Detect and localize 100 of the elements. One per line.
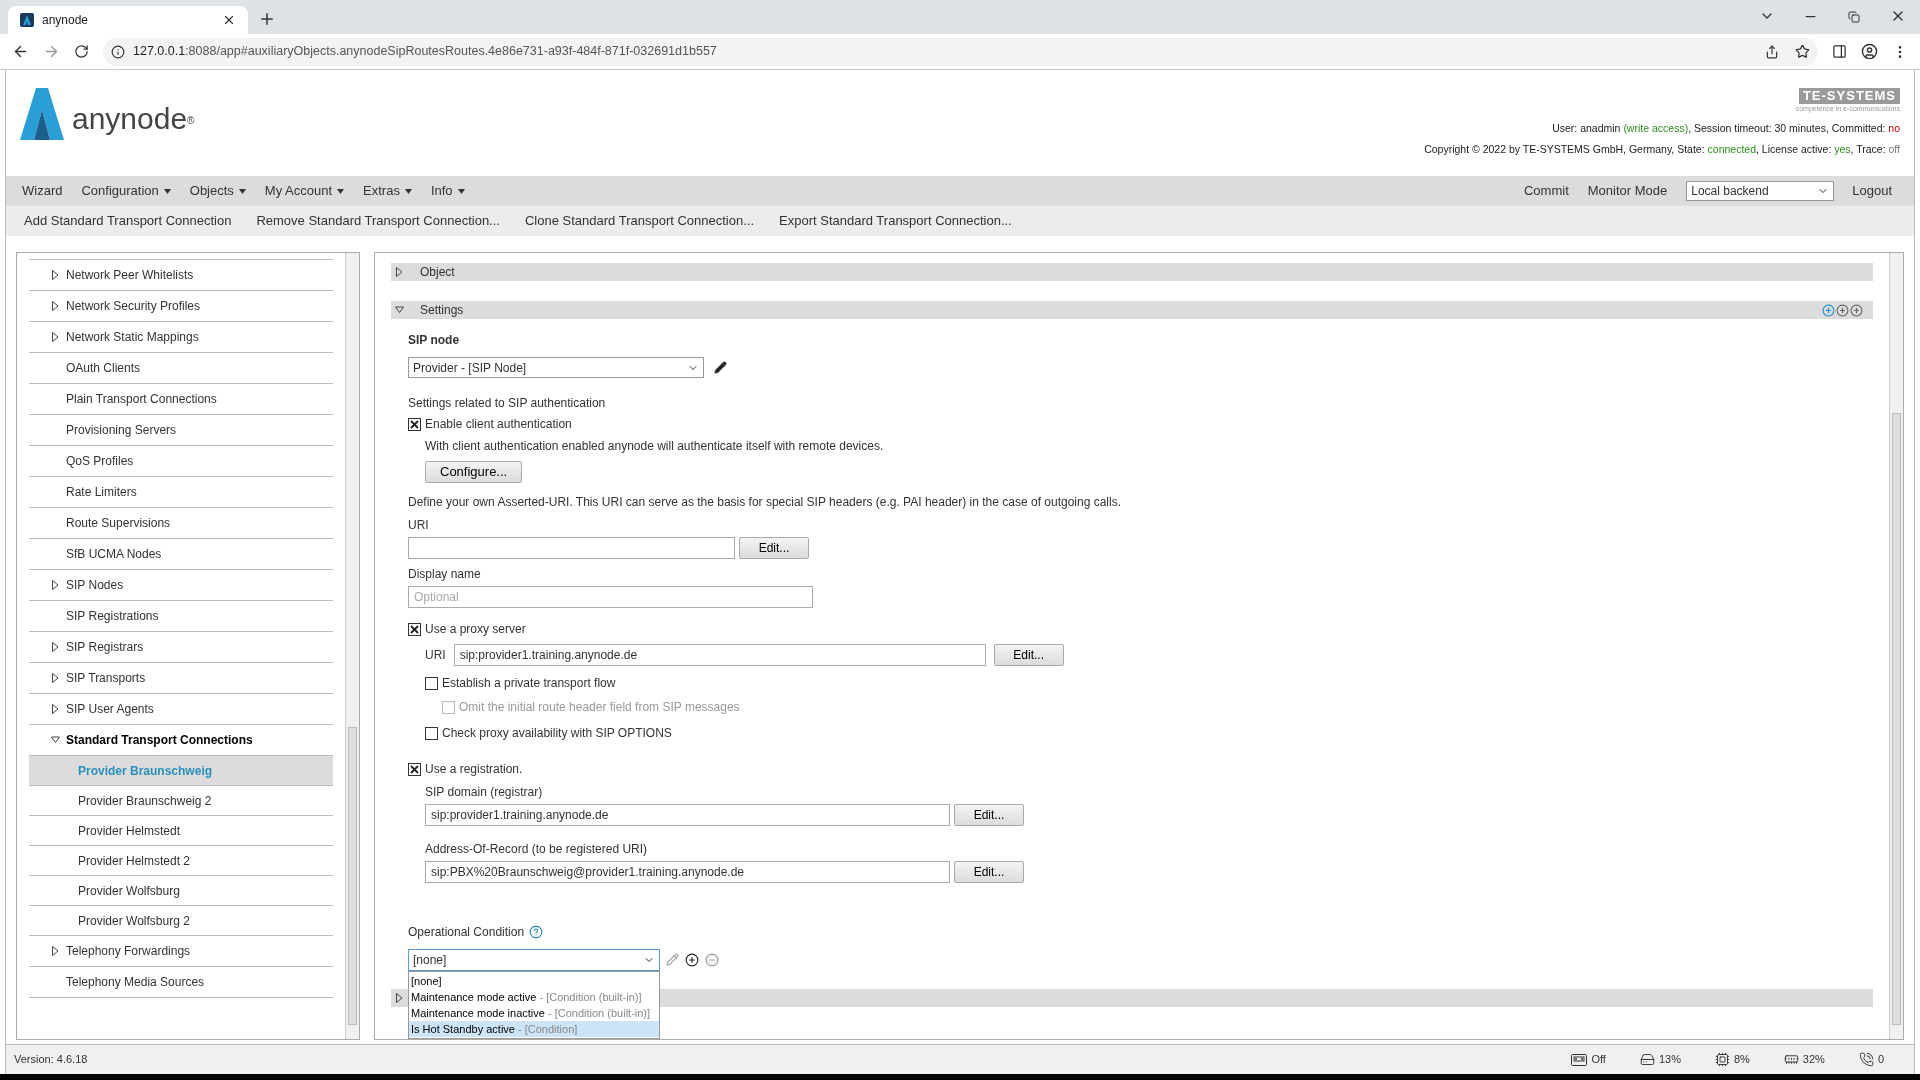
remove-icon[interactable]: [705, 953, 719, 967]
text-field[interactable]: sip:PBX%20Braunschweig@provider1.training.anynode.de: [425, 861, 950, 883]
help-icon[interactable]: [529, 925, 544, 939]
sidebar-item[interactable]: Telephony Forwardings: [29, 936, 333, 967]
expand-triangle-icon[interactable]: [51, 642, 60, 652]
toolbar-action[interactable]: Add Standard Transport Connection: [24, 211, 232, 231]
menu-item[interactable]: Commit: [1523, 181, 1569, 201]
menu-item[interactable]: Wizard: [22, 181, 63, 201]
menu-item[interactable]: Info: [430, 181, 465, 201]
field-label: Display name: [408, 566, 482, 583]
expand-triangle-icon[interactable]: [51, 270, 60, 280]
cassette-icon: [1571, 1053, 1588, 1066]
pencil-icon[interactable]: [714, 361, 727, 374]
menu-item[interactable]: My Account: [264, 181, 345, 201]
sidebar-item[interactable]: SIP Transports: [29, 663, 333, 694]
menu-item[interactable]: Extras: [363, 181, 412, 201]
info-icon[interactable]: [111, 44, 125, 59]
text-field[interactable]: Optional: [408, 586, 813, 608]
condition-select[interactable]: [none]: [408, 949, 660, 971]
expand-triangle-icon[interactable]: [51, 301, 60, 311]
profile-icon[interactable]: [1861, 43, 1878, 60]
close-icon[interactable]: [222, 13, 236, 27]
field-label: URI: [408, 517, 430, 534]
toolbar-action[interactable]: Export Standard Transport Connection...: [779, 211, 1012, 231]
field-label: SIP domain (registrar): [425, 784, 544, 801]
sidebar-item[interactable]: Provider Wolfsburg 2: [29, 906, 333, 936]
sidebar-item[interactable]: SIP Registrations: [29, 601, 333, 632]
checkbox[interactable]: [408, 762, 421, 776]
backend-select[interactable]: Local backend: [1686, 181, 1835, 201]
expand-triangle-icon[interactable]: [51, 580, 60, 590]
sidebar-item[interactable]: QoS Profiles: [29, 446, 333, 477]
browser-tab[interactable]: anynode: [8, 6, 248, 34]
expand-triangle-icon[interactable]: [51, 946, 60, 956]
menu-item[interactable]: Objects: [189, 181, 246, 201]
dropdown-option[interactable]: Maintenance mode inactive - [Condition (built-in)]: [409, 1005, 659, 1021]
sidebar-item[interactable]: Provisioning Servers: [29, 415, 333, 446]
expand-triangle-icon[interactable]: [51, 332, 60, 342]
configure-button[interactable]: Configure...: [425, 461, 523, 483]
side-panel-icon[interactable]: [1832, 44, 1847, 59]
scrollbar[interactable]: [1889, 253, 1903, 1039]
menu-item[interactable]: Monitor Mode: [1587, 181, 1668, 201]
address-bar[interactable]: 127.0.0.1:8088/app#auxiliaryObjects.anynodeSipRoutesRoutes.4e86e731-a93f-484f-871f-032691d1b557: [103, 37, 1818, 66]
sidebar-item[interactable]: Provider Wolfsburg: [29, 876, 333, 906]
checkbox[interactable]: [408, 622, 421, 636]
checkbox[interactable]: [425, 676, 438, 690]
sip-node-select[interactable]: Provider - [SIP Node]: [408, 357, 704, 378]
restore-icon[interactable]: [1848, 11, 1860, 23]
sidebar-item[interactable]: SIP Nodes: [29, 570, 333, 601]
scrollbar[interactable]: [345, 253, 359, 1039]
checkbox[interactable]: [408, 417, 421, 431]
new-tab-icon[interactable]: [258, 10, 276, 28]
sidebar-item[interactable]: Route Supervisions: [29, 508, 333, 539]
sidebar-item[interactable]: Network Static Mappings: [29, 322, 333, 353]
sidebar-item[interactable]: SIP Registrars: [29, 632, 333, 663]
dropdown-option[interactable]: Maintenance mode active - [Condition (built-in)]: [409, 989, 659, 1005]
bookmark-icon[interactable]: [1795, 44, 1810, 59]
add-icon[interactable]: [685, 953, 699, 967]
forward-icon[interactable]: [43, 43, 60, 60]
section-header[interactable]: Settings: [391, 301, 1873, 319]
section-header[interactable]: Object: [391, 263, 1873, 281]
text-field[interactable]: sip:provider1.training.anynode.de: [453, 644, 986, 666]
sidebar-item[interactable]: SIP User Agents: [29, 694, 333, 725]
edit-button[interactable]: Edit...: [954, 804, 1024, 826]
status-value: Off: [1591, 1052, 1606, 1068]
sidebar-item[interactable]: Network Security Profiles: [29, 291, 333, 322]
dropdown-option[interactable]: Is Hot Standby active - [Condition]: [409, 1021, 659, 1037]
status-value: 0: [1877, 1052, 1884, 1068]
url-text: 127.0.0.1:8088/app#auxiliaryObjects.anynodeSipRoutesRoutes.4e86e731-a93f-484f-871f-032691d1b557: [133, 43, 717, 61]
dropdown-option[interactable]: [none]: [409, 973, 659, 989]
edit-button[interactable]: Edit...: [739, 537, 809, 559]
checkbox-label: Use a registration.: [425, 761, 523, 778]
expand-triangle-icon[interactable]: [51, 673, 60, 683]
field-label: Address-Of-Record (to be registered URI): [425, 841, 649, 858]
text-field[interactable]: [408, 537, 735, 559]
menu-item[interactable]: Logout: [1852, 181, 1892, 201]
sidebar-item[interactable]: Network Peer Whitelists: [29, 260, 333, 291]
toolbar-action[interactable]: Clone Standard Transport Connection...: [524, 211, 755, 231]
sidebar-item[interactable]: Provider Helmstedt: [29, 816, 333, 846]
checkbox[interactable]: [425, 726, 438, 740]
expand-triangle-icon[interactable]: [395, 267, 404, 277]
expand-triangle-icon[interactable]: [395, 993, 404, 1003]
sidebar-item[interactable]: OAuth Clients: [29, 353, 333, 384]
text-field[interactable]: sip:provider1.training.anynode.de: [425, 804, 950, 826]
sidebar-item[interactable]: Plain Transport Connections: [29, 384, 333, 415]
back-icon[interactable]: [12, 43, 29, 60]
sidebar-item[interactable]: SfB UCMA Nodes: [29, 539, 333, 570]
hard-drive-icon: [1639, 1052, 1655, 1067]
sidebar-item[interactable]: Provider Helmstedt 2: [29, 846, 333, 876]
sidebar-item[interactable]: Rate Limiters: [29, 477, 333, 508]
menu-item[interactable]: Configuration: [81, 181, 171, 201]
expand-triangle-icon[interactable]: [51, 704, 60, 714]
toolbar-action[interactable]: Remove Standard Transport Connection...: [256, 211, 500, 231]
sidebar-item[interactable]: Telephony Media Sources: [29, 967, 333, 998]
sidebar-item[interactable]: Provider Braunschweig 2: [29, 786, 333, 816]
edit-button[interactable]: Edit...: [993, 644, 1064, 666]
collapse-triangle-icon[interactable]: [395, 305, 404, 315]
edit-button[interactable]: Edit...: [954, 861, 1024, 883]
reload-icon[interactable]: [74, 44, 89, 59]
share-icon[interactable]: [1765, 44, 1779, 59]
collapse-triangle-icon[interactable]: [51, 735, 60, 745]
